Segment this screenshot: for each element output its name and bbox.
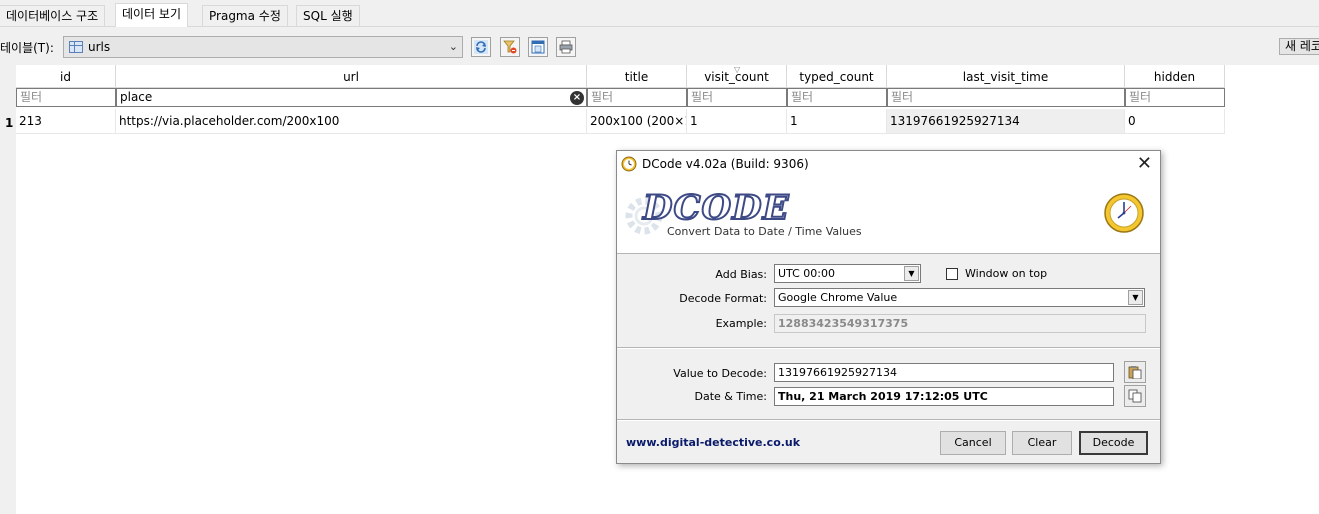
filter-input-visit-count[interactable]: 필터: [687, 88, 787, 107]
clear-button[interactable]: Clear: [1012, 431, 1072, 455]
dialog-title: DCode v4.02a (Build: 9306): [642, 157, 809, 171]
refresh-icon: [474, 40, 488, 54]
refresh-button[interactable]: [471, 37, 491, 57]
tab-bar: 데이터베이스 구조 데이터 보기 Pragma 수정 SQL 실행: [0, 0, 1319, 27]
row-number[interactable]: 1: [5, 116, 13, 130]
filter-input-typed-count[interactable]: 필터: [787, 88, 887, 107]
filter-input-title[interactable]: 필터: [587, 88, 687, 107]
tab-edit-pragmas[interactable]: Pragma 수정: [202, 5, 288, 26]
dialog-title-bar[interactable]: DCode v4.02a (Build: 9306) ✕: [617, 151, 1160, 178]
copy-button[interactable]: [1124, 385, 1146, 407]
dcode-logo: DCODE: [642, 187, 790, 229]
value-to-decode-input[interactable]: 13197661925927134: [774, 363, 1114, 382]
copy-icon: [1128, 389, 1142, 403]
table-icon: [69, 41, 83, 53]
table-cell-last-visit-time[interactable]: 13197661925927134: [887, 109, 1125, 134]
window-on-top-checkbox[interactable]: [946, 268, 958, 280]
save-table-icon: [531, 40, 545, 54]
decode-format-value: Google Chrome Value: [778, 291, 898, 304]
filter-input-id[interactable]: 필터: [16, 88, 116, 107]
toolbar: 테이블(T): urls ⌄ 새 레: [0, 27, 1319, 65]
print-button[interactable]: [556, 37, 576, 57]
chevron-down-icon: ▼: [904, 266, 919, 281]
column-header-typed-count[interactable]: typed_count: [787, 65, 887, 88]
column-header-hidden[interactable]: hidden: [1125, 65, 1225, 88]
table-cell-hidden[interactable]: 0: [1125, 109, 1225, 134]
decode-format-label: Decode Format:: [679, 292, 767, 305]
table-cell-typed-count[interactable]: 1: [787, 109, 887, 134]
filter-input-last-visit-time[interactable]: 필터: [887, 88, 1125, 107]
add-bias-select[interactable]: UTC 00:00 ▼: [774, 264, 921, 283]
column-header-last-visit-time[interactable]: last_visit_time: [887, 65, 1125, 88]
paste-icon: [1128, 366, 1142, 379]
logo-subtitle: Convert Data to Date / Time Values: [667, 225, 862, 238]
column-header-id[interactable]: id: [16, 65, 116, 88]
filter-clear-icon: [503, 40, 517, 54]
table-cell-title[interactable]: 200x100 (200×100): [587, 109, 687, 134]
table-label: 테이블(T):: [0, 41, 54, 55]
website-link[interactable]: www.digital-detective.co.uk: [626, 436, 800, 449]
date-time-label: Date & Time:: [694, 390, 768, 403]
filter-input-hidden[interactable]: 필터: [1125, 88, 1225, 107]
column-header-url[interactable]: url: [116, 65, 587, 88]
cancel-button[interactable]: Cancel: [940, 431, 1006, 455]
new-record-button[interactable]: 새 레코드: [1279, 38, 1319, 55]
tab-execute-sql[interactable]: SQL 실행: [296, 5, 360, 26]
filter-input-url-value: place: [120, 90, 153, 104]
divider: [617, 347, 1160, 349]
divider: [617, 419, 1160, 421]
alarm-clock-icon: [1104, 193, 1144, 233]
table-select-value: urls: [88, 40, 111, 54]
table-cell-title-text: 200x100 (200×100): [590, 114, 686, 128]
decode-button[interactable]: Decode: [1079, 431, 1148, 455]
dcode-dialog: DCode v4.02a (Build: 9306) ✕ DCODE Conve…: [616, 150, 1161, 464]
table-cell-id[interactable]: 213: [16, 109, 116, 134]
filter-input-url[interactable]: place ×: [116, 88, 587, 107]
row-header-column: [0, 65, 16, 514]
save-table-button[interactable]: [528, 37, 548, 57]
sort-indicator-icon: ▽: [734, 65, 741, 74]
table-cell-url[interactable]: https://via.placeholder.com/200x100: [116, 109, 587, 134]
app-window: 데이터베이스 구조 데이터 보기 Pragma 수정 SQL 실행 테이블(T)…: [0, 0, 1319, 514]
clear-filters-button[interactable]: [500, 37, 520, 57]
tab-database-structure[interactable]: 데이터베이스 구조: [0, 5, 106, 26]
add-bias-label: Add Bias:: [715, 268, 767, 281]
tab-browse-data[interactable]: 데이터 보기: [115, 3, 189, 27]
decode-format-select[interactable]: Google Chrome Value ▼: [774, 288, 1145, 307]
example-label: Example:: [715, 317, 767, 330]
dialog-banner: DCODE Convert Data to Date / Time Values: [617, 178, 1160, 254]
paste-button[interactable]: [1124, 361, 1146, 383]
window-on-top-label[interactable]: Window on top: [965, 267, 1047, 280]
clear-filter-icon[interactable]: ×: [570, 91, 584, 105]
chevron-down-icon: ▼: [1128, 290, 1143, 305]
table-select[interactable]: urls ⌄: [63, 36, 463, 58]
table-cell-visit-count[interactable]: 1: [687, 109, 787, 134]
value-to-decode-label: Value to Decode:: [673, 367, 767, 380]
date-time-output[interactable]: Thu, 21 March 2019 17:12:05 UTC: [774, 387, 1114, 406]
printer-icon: [559, 40, 573, 54]
example-field: 12883423549317375: [774, 314, 1146, 333]
add-bias-value: UTC 00:00: [778, 267, 836, 280]
column-header-title[interactable]: title: [587, 65, 687, 88]
chevron-down-icon: ⌄: [448, 40, 458, 53]
close-icon[interactable]: ✕: [1137, 154, 1152, 174]
clock-icon: [621, 156, 637, 172]
